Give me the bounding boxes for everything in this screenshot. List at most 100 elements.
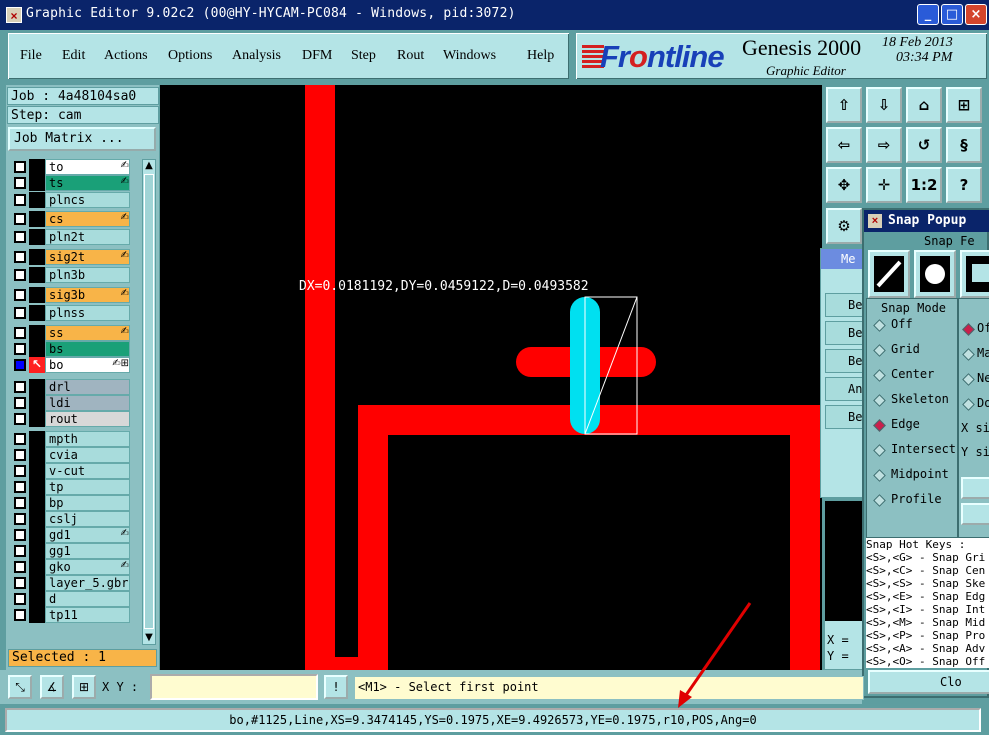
minimize-button[interactable]: _ [917, 4, 939, 25]
snap-option-radio[interactable] [962, 323, 975, 336]
background-popup-row[interactable]: Be [825, 349, 865, 373]
layer-checkbox[interactable] [14, 251, 26, 263]
layer-color-swatch[interactable] [29, 559, 45, 575]
layer-row-to[interactable]: to ✍ [9, 159, 131, 175]
layer-checkbox[interactable] [14, 529, 26, 541]
layer-color-swatch[interactable] [29, 287, 45, 303]
layer-color-swatch[interactable] [29, 159, 45, 175]
snap-mode-radio[interactable] [873, 319, 886, 332]
layer-color-swatch[interactable] [29, 591, 45, 607]
layer-row-v-cut[interactable]: v-cut [9, 463, 131, 479]
snap-close-button[interactable]: Clo [868, 670, 989, 694]
layer-color-swatch[interactable] [29, 411, 45, 427]
layer-color-swatch[interactable] [29, 249, 45, 265]
layer-checkbox[interactable] [14, 465, 26, 477]
snap-option-button[interactable] [961, 477, 989, 499]
layer-name[interactable]: gd1 [45, 527, 130, 543]
layer-row-cslj[interactable]: cslj [9, 511, 131, 527]
pan-icon[interactable]: ✛ [866, 167, 902, 203]
snap-popup-title-bar[interactable]: × Snap Popup [864, 210, 989, 232]
background-popup-row[interactable]: Be [825, 293, 865, 317]
graphic-canvas[interactable]: DX=0.0181192,DY=0.0459122,D=0.0493582 [160, 85, 822, 670]
snap-option-radio[interactable] [962, 373, 975, 386]
layer-color-swatch[interactable] [29, 431, 45, 447]
layer-name[interactable]: cslj [45, 511, 130, 527]
layer-checkbox[interactable] [14, 213, 26, 225]
snap-mode-radio[interactable] [873, 394, 886, 407]
home-icon[interactable]: ⌂ [906, 87, 942, 123]
layer-checkbox[interactable] [14, 513, 26, 525]
menu-analysis[interactable]: Analysis [232, 48, 281, 64]
layer-name[interactable]: v-cut [45, 463, 130, 479]
layer-name[interactable]: layer_5.gbre [45, 575, 130, 591]
layer-row-gko[interactable]: gko ✍ [9, 559, 131, 575]
layer-row-cs[interactable]: cs ✍ [9, 211, 131, 227]
work-layer-cursor-icon[interactable]: ↖ [29, 357, 45, 373]
snap-mode-label[interactable]: Center [891, 367, 934, 381]
xy-input[interactable] [150, 674, 318, 700]
layer-color-swatch[interactable] [29, 511, 45, 527]
scroll-down-icon[interactable]: ▼ [143, 632, 155, 644]
layer-color-swatch[interactable] [29, 543, 45, 559]
layer-row-rout[interactable]: rout [9, 411, 131, 427]
snap-surface-icon[interactable] [960, 250, 989, 298]
layer-color-swatch[interactable] [29, 575, 45, 591]
layer-name[interactable]: pln3b [45, 267, 130, 283]
down-icon[interactable]: ⇩ [866, 87, 902, 123]
layer-color-swatch[interactable] [29, 341, 45, 357]
layer-row-tp[interactable]: tp [9, 479, 131, 495]
layer-name[interactable]: ss [45, 325, 130, 341]
menu-help[interactable]: Help [527, 48, 554, 64]
layer-name[interactable]: gg1 [45, 543, 130, 559]
layer-name[interactable]: ldi [45, 395, 130, 411]
help-button[interactable]: ? [946, 167, 982, 203]
layer-checkbox[interactable] [14, 413, 26, 425]
layer-checkbox[interactable] [14, 161, 26, 173]
layer-row-plnss[interactable]: plnss [9, 305, 131, 321]
layer-name[interactable]: plnss [45, 305, 130, 321]
layer-checkbox[interactable] [14, 481, 26, 493]
snap-mode-radio[interactable] [873, 369, 886, 382]
snap-option-button[interactable] [961, 503, 989, 525]
snap-mode-label[interactable]: Off [891, 317, 913, 331]
background-popup-row[interactable]: An [825, 377, 865, 401]
route-icon[interactable]: § [946, 127, 982, 163]
snap-mode-radio[interactable] [873, 469, 886, 482]
layer-name[interactable]: to [45, 159, 130, 175]
layer-name[interactable]: tp [45, 479, 130, 495]
info-button[interactable]: ! [324, 675, 348, 699]
menu-edit[interactable]: Edit [62, 48, 85, 64]
layer-checkbox[interactable] [14, 327, 26, 339]
layer-row-tp11[interactable]: tp11 [9, 607, 131, 623]
layer-checkbox[interactable] [14, 177, 26, 189]
snap-option-label[interactable]: Ma [977, 346, 989, 360]
snap-line-icon[interactable] [868, 250, 910, 298]
layer-row-d[interactable]: d [9, 591, 131, 607]
layer-checkbox[interactable] [14, 433, 26, 445]
layer-checkbox[interactable] [14, 497, 26, 509]
layer-row-cvia[interactable]: cvia [9, 447, 131, 463]
left-icon[interactable]: ⇦ [826, 127, 862, 163]
layer-color-swatch[interactable] [29, 229, 45, 245]
layer-color-swatch[interactable] [29, 495, 45, 511]
layer-checkbox[interactable] [14, 449, 26, 461]
layer-row-ss[interactable]: ss ✍ [9, 325, 131, 341]
layer-name[interactable]: ts [45, 175, 130, 191]
layer-color-swatch[interactable] [29, 527, 45, 543]
layer-name[interactable]: tp11 [45, 607, 130, 623]
layer-name[interactable]: gko [45, 559, 130, 575]
menu-file[interactable]: File [20, 48, 42, 64]
snap-option-radio[interactable] [962, 348, 975, 361]
layer-checkbox[interactable] [14, 343, 26, 355]
undo-icon[interactable]: ↺ [906, 127, 942, 163]
layer-color-swatch[interactable] [29, 192, 45, 208]
layer-row-drl[interactable]: drl [9, 379, 131, 395]
layer-name[interactable]: cvia [45, 447, 130, 463]
layer-checkbox[interactable] [14, 397, 26, 409]
snap-mode-label[interactable]: Intersect [891, 442, 956, 456]
layer-color-swatch[interactable] [29, 267, 45, 283]
layer-row-layer-5-gbre[interactable]: layer_5.gbre [9, 575, 131, 591]
move-icon[interactable]: ✥ [826, 167, 862, 203]
layer-name[interactable]: rout [45, 411, 130, 427]
menu-windows[interactable]: Windows [443, 48, 496, 64]
